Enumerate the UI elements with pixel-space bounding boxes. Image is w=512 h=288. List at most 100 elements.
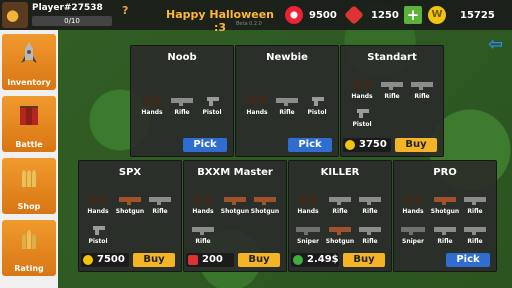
price-tag: 3750 [343,138,391,152]
player-avatar: ● [2,2,28,28]
item-pistol: Pistol [85,223,111,247]
item-rifle: Rifle [169,94,195,118]
item-label: Rifle [195,238,211,245]
coin-icon [345,140,355,150]
price-tag: 200 [186,253,234,267]
item-label: Pistol [307,109,327,116]
item-hands: Hands [244,94,270,118]
bullets-icon [22,170,36,187]
sidebar-item-rating[interactable]: Rating [2,220,56,276]
card-title: Newbie [266,52,308,63]
xp-bar: 0/10 [32,16,112,26]
item-label: Pistol [352,121,372,128]
rifle-icon [274,94,300,108]
shotgun-icon [117,193,143,207]
item-label: Rifle [414,93,430,100]
item-shotgun: Shotgun [221,193,249,217]
shotgun-icon [327,223,353,237]
item-hands: Hands [295,193,321,217]
price-value: 7500 [97,254,125,265]
coin-counter: W 15725 [428,6,508,24]
rocket-icon [21,42,37,63]
player-panel[interactable]: ● Player#27538 0/10 ? [2,2,132,28]
buy-button[interactable]: Buy [343,253,385,267]
item-label: Shotgun [250,208,280,215]
candy-value: 9500 [309,10,337,21]
hands-icon [85,193,111,207]
hands-icon [139,94,165,108]
sidebar-item-label: Shop [17,202,41,211]
price-value: 3750 [359,139,387,150]
top-bar: ● Player#27538 0/10 ? Happy Halloween :3… [0,0,512,34]
gem-value: 1250 [371,10,399,21]
item-rifle: Rifle [379,78,405,102]
item-sniper: Sniper [400,223,426,247]
sidebar-item-shop[interactable]: Shop [2,158,56,214]
buy-button[interactable]: Buy [395,138,437,152]
sidebar-item-inventory[interactable]: Inventory [2,34,56,90]
shotgun-icon [432,193,458,207]
help-icon[interactable]: ? [122,4,136,18]
item-rifle: Rifle [432,223,458,247]
gem-icon [344,5,364,25]
item-sniper: Sniper [295,223,321,247]
card-title: KILLER [320,167,360,178]
rifle-icon [190,223,216,237]
add-currency-button[interactable]: + [404,6,422,24]
buy-button[interactable]: Buy [133,253,175,267]
shotgun-icon [252,193,278,207]
loadout-card-standart: Standart Hands Rifle Rifle Pistol 3750 B… [340,45,444,157]
hands-icon [349,78,375,92]
loadout-card-noob: Noob Hands Rifle Pistol Pick [130,45,234,157]
item-label: Rifle [362,238,378,245]
item-hands: Hands [400,193,426,217]
player-name: Player#27538 [32,3,103,13]
item-rifle: Rifle [462,223,488,247]
item-label: Rifle [362,208,378,215]
pistol-icon [349,106,375,120]
item-label: Rifle [152,208,168,215]
item-shotgun: Shotgun [251,193,279,217]
item-rifle: Rifle [327,193,353,217]
pick-button[interactable]: Pick [446,253,490,267]
sidebar-item-label: Battle [15,140,43,149]
coin-icon [83,255,93,265]
item-label: Rifle [467,238,483,245]
sniper-icon [295,223,321,237]
item-label: Pistol [202,109,222,116]
sidebar-item-label: Rating [14,264,44,273]
loadout-card-bxxm-master: BXXM Master Hands Shotgun Shotgun Rifle … [183,160,287,272]
item-shotgun: Shotgun [116,193,144,217]
hands-icon [244,94,270,108]
price-value: 2.49$ [307,254,339,265]
rifle-icon [169,94,195,108]
hands-icon [295,193,321,207]
sidebar-item-battle[interactable]: Battle [2,96,56,152]
pick-button[interactable]: Pick [288,138,332,152]
rifle-icon [462,193,488,207]
item-label: Rifle [467,208,483,215]
pick-button[interactable]: Pick [183,138,227,152]
back-arrow-icon[interactable]: ⇦ [488,34,508,55]
item-rifle: Rifle [357,223,383,247]
rifle-icon [327,193,353,207]
item-label: Pistol [88,238,108,245]
rifle-icon [462,223,488,237]
loadout-card-newbie: Newbie Hands Rifle Pistol Pick [235,45,339,157]
loadout-card-killer: KILLER Hands Rifle Rifle Sniper Shotgun … [288,160,392,272]
item-rifle: Rifle [409,78,435,102]
buy-button[interactable]: Buy [238,253,280,267]
card-title: SPX [118,167,142,178]
coin-value: 15725 [460,10,495,21]
hands-icon [190,193,216,207]
price-tag: 2.49$ [291,253,339,267]
loadout-card-spx: SPX Hands Shotgun Rifle Pistol 7500 Buy [78,160,182,272]
hands-icon [400,193,426,207]
item-rifle: Rifle [190,223,216,247]
item-pistol: Pistol [199,94,225,118]
pistol-icon [304,94,330,108]
rifle-icon [432,223,458,237]
gem-icon [188,255,198,265]
item-pistol: Pistol [349,106,375,130]
price-value: 200 [202,254,223,265]
